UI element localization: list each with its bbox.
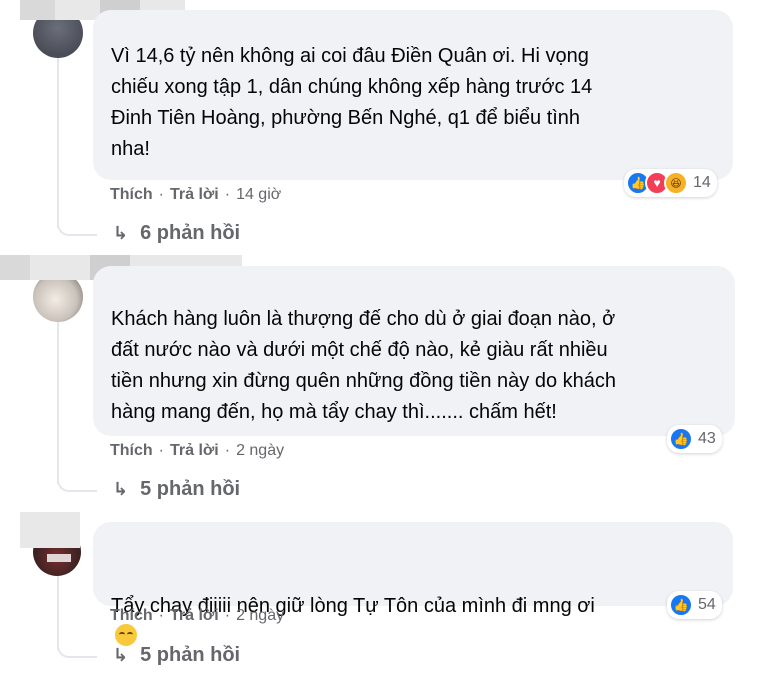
comment-actions: Thích · Trả lời · 2 ngày: [110, 442, 285, 460]
blurred-name: [20, 512, 80, 548]
thread-line: [57, 576, 59, 650]
blurred-name: [55, 0, 100, 20]
like-button[interactable]: Thích: [110, 442, 153, 460]
reaction-summary[interactable]: 👍 54: [667, 591, 722, 619]
view-replies-button[interactable]: ↳ 6 phản hồi: [113, 222, 240, 245]
reaction-count: 54: [698, 596, 716, 613]
replies-count: 5 phản hồi: [140, 478, 241, 500]
thread-connector: [57, 644, 97, 658]
comment-text: Vì 14,6 tỷ nên không ai coi đâu Điền Quâ…: [111, 45, 593, 160]
reaction-summary[interactable]: 👍 ♥ 😆 14: [624, 169, 717, 197]
view-replies-button[interactable]: ↳ 5 phản hồi: [113, 644, 240, 667]
like-icon: 👍: [669, 593, 693, 617]
replies-count: 5 phản hồi: [140, 644, 241, 666]
view-replies-button[interactable]: ↳ 5 phản hồi: [113, 478, 240, 501]
comment-bubble: Tẩy chay điiiii nên giữ lòng Tự Tôn của …: [93, 522, 733, 646]
comment-timestamp[interactable]: 2 ngày: [236, 607, 284, 625]
relieved-face-emoji: [115, 624, 137, 646]
comment-timestamp[interactable]: 2 ngày: [236, 442, 284, 460]
comment-actions: Thích · Trả lời · 2 ngày: [110, 607, 285, 625]
reply-button[interactable]: Trả lời: [170, 186, 219, 204]
replies-count: 6 phản hồi: [140, 222, 241, 244]
reaction-summary[interactable]: 👍 43: [667, 425, 722, 453]
thread-connector: [57, 478, 97, 492]
comment-bubble: Vì 14,6 tỷ nên không ai coi đâu Điền Quâ…: [93, 10, 733, 180]
thread-line: [57, 58, 59, 228]
haha-icon: 😆: [664, 171, 688, 195]
blurred-name: [30, 255, 90, 280]
blurred-name: [20, 0, 55, 20]
comment-bubble: Khách hàng luôn là thượng đế cho dù ở gi…: [93, 266, 735, 436]
reply-arrow-icon: ↳: [113, 223, 129, 243]
comment-actions: Thích · Trả lời · 14 giờ: [110, 186, 282, 204]
reply-button[interactable]: Trả lời: [170, 442, 219, 460]
like-button[interactable]: Thích: [110, 607, 153, 625]
like-button[interactable]: Thích: [110, 186, 153, 204]
reaction-count: 14: [693, 174, 711, 191]
reaction-count: 43: [698, 430, 716, 447]
blurred-name: [0, 255, 30, 280]
comment-text: Khách hàng luôn là thượng đế cho dù ở gi…: [111, 308, 616, 423]
thread-line: [57, 322, 59, 484]
reply-arrow-icon: ↳: [113, 479, 129, 499]
like-icon: 👍: [669, 427, 693, 451]
reply-arrow-icon: ↳: [113, 645, 129, 665]
reply-button[interactable]: Trả lời: [170, 607, 219, 625]
thread-connector: [57, 222, 97, 236]
comment-timestamp[interactable]: 14 giờ: [236, 186, 281, 204]
